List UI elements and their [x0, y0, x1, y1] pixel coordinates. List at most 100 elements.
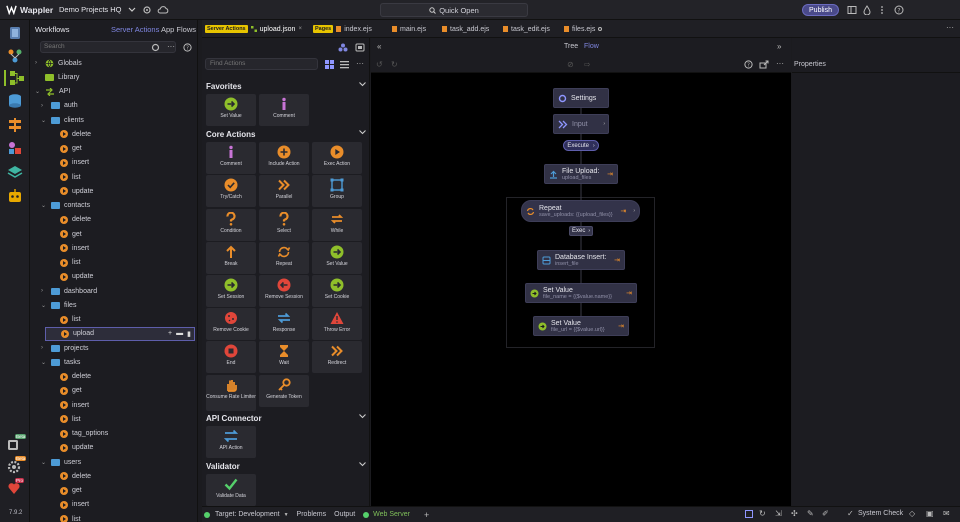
action-tile[interactable]: Set Cookie [312, 275, 362, 307]
robot-icon[interactable]: ▣ [926, 509, 934, 518]
chevron-down-icon[interactable]: ⌄ [41, 117, 47, 124]
plus-icon[interactable]: + [168, 330, 172, 338]
action-tile[interactable]: Set Session [206, 275, 256, 307]
extensions-icon[interactable]: ✣ [791, 509, 798, 518]
tree-item[interactable]: › projects [41, 341, 89, 355]
tree-item[interactable]: get [60, 384, 82, 398]
set-value-node[interactable]: Set Value file_name = {{$value.name}} ⇥ [525, 283, 637, 303]
tree-item[interactable]: delete [60, 127, 91, 141]
tree-item[interactable]: Library [35, 70, 79, 84]
database-insert-node[interactable]: Database Insert: insert_file ⇥ [537, 250, 625, 270]
action-tile[interactable]: Set Value [312, 241, 362, 274]
exec-pill[interactable]: Exec › [569, 226, 593, 236]
chevron-right-icon[interactable]: › [41, 345, 47, 351]
action-tile[interactable]: Remove Cookie [206, 308, 256, 341]
tree-item[interactable]: list [60, 170, 81, 184]
square-icon[interactable] [745, 510, 753, 518]
component-icon[interactable] [338, 43, 348, 52]
target-selector[interactable]: Target: Development [215, 511, 280, 518]
robot-icon[interactable] [7, 188, 23, 204]
action-tile[interactable]: Condition [206, 208, 256, 241]
action-tile[interactable]: API Action [206, 425, 256, 458]
action-section-header[interactable]: Validator [206, 462, 366, 471]
link-icon[interactable]: ⇲ [775, 509, 782, 518]
close-icon[interactable]: × [298, 26, 302, 32]
action-tile[interactable]: Include Action [259, 142, 309, 175]
file-upload-node[interactable]: File Upload: upload_files ⇥ [544, 164, 618, 184]
help-icon[interactable]: ? [183, 43, 192, 52]
action-tile[interactable]: Comment [206, 142, 256, 175]
tree-item[interactable]: ⌄ files [41, 298, 76, 312]
action-tile[interactable]: Throw Error [312, 308, 362, 341]
layers-icon[interactable] [7, 164, 23, 180]
more-horizontal-icon[interactable]: ··· [167, 43, 175, 51]
action-tile[interactable]: Consume Rate Limiter [206, 374, 256, 411]
problems-tab[interactable]: Problems [297, 511, 327, 518]
tab-main-ejs[interactable]: main.ejs [392, 23, 426, 35]
grid-view-icon[interactable] [325, 60, 334, 69]
tree-item[interactable]: ⌄ API [35, 85, 70, 99]
tree-item[interactable]: insert [60, 241, 89, 255]
module-icon[interactable] [355, 43, 365, 52]
chevron-down-icon[interactable]: ⌄ [41, 459, 47, 466]
chevron-right-icon[interactable]: › [41, 103, 47, 109]
tree-item[interactable]: delete [60, 213, 91, 227]
help-icon[interactable]: ? [894, 5, 904, 15]
web-server-tab[interactable]: Web Server [373, 511, 410, 518]
folder-add-icon[interactable]: ▬ [176, 330, 183, 338]
tree-item[interactable]: delete [60, 370, 91, 384]
settings-gear-icon[interactable]: Beta [7, 456, 27, 474]
brush-icon[interactable]: ✎ [807, 509, 814, 518]
action-tile[interactable]: Wait [259, 341, 309, 374]
project-selector[interactable]: Demo Projects HQ [59, 5, 136, 14]
layout-icon[interactable] [847, 5, 857, 15]
pages-icon[interactable] [7, 25, 23, 41]
tree-item[interactable]: list [60, 256, 81, 270]
app-logo[interactable]: Wappler [6, 4, 53, 15]
system-check-button[interactable]: System Check [858, 510, 903, 517]
tree-item[interactable]: ⌄ tasks [41, 355, 80, 369]
action-tile[interactable]: Parallel [259, 175, 309, 208]
set-value-node[interactable]: Set Value file_url = {{$value.url}} ⇥ [533, 316, 629, 336]
tab-app-flows[interactable]: App Flows [161, 25, 196, 34]
tree-item[interactable]: delete [60, 469, 91, 483]
tree-item[interactable]: tag_options [60, 427, 108, 441]
notifications-icon[interactable]: ✉ [943, 509, 950, 518]
tree-item[interactable]: › auth [41, 99, 78, 113]
eraser-icon[interactable]: ◇ [909, 509, 915, 518]
tab-upload-json[interactable]: Server Actions upload.json × [205, 23, 302, 35]
action-tile[interactable]: Break [206, 241, 256, 274]
more-vertical-icon[interactable] [880, 5, 884, 15]
tab-index-ejs[interactable]: Pages index.ejs [313, 23, 372, 35]
list-view-icon[interactable] [340, 60, 349, 69]
action-tile[interactable]: Repeat [259, 241, 309, 274]
tree-item[interactable]: get [60, 227, 82, 241]
action-tile[interactable]: Validate Data [206, 474, 256, 506]
action-tile[interactable]: Redirect [312, 341, 362, 374]
publish-button[interactable]: Publish [802, 4, 839, 16]
action-tile[interactable]: Group [312, 175, 362, 208]
action-tile[interactable]: Comment [259, 94, 309, 126]
action-section-header[interactable]: Favorites [206, 82, 366, 91]
settings-icon[interactable] [151, 43, 160, 52]
tree-item[interactable]: › Globals [35, 56, 82, 70]
tree-item[interactable]: › dashboard [41, 284, 97, 298]
quick-open-button[interactable]: Quick Open [380, 3, 528, 17]
chevron-down-icon[interactable]: ⌄ [35, 88, 41, 95]
tree-item[interactable]: insert [60, 398, 89, 412]
tree-item[interactable]: get [60, 484, 82, 498]
tab-task-add-ejs[interactable]: task_add.ejs [442, 23, 489, 35]
tab-server-actions[interactable]: Server Actions [111, 25, 159, 34]
assets-icon[interactable] [7, 140, 23, 156]
tree-item[interactable]: ⌄ clients [41, 113, 84, 127]
tree-item[interactable]: insert [60, 156, 89, 170]
settings-node[interactable]: Settings [553, 88, 609, 108]
tree-item[interactable]: update [60, 270, 93, 284]
action-tile[interactable]: Remove Session [259, 275, 309, 307]
tab-task-edit-ejs[interactable]: task_edit.ejs [503, 23, 550, 35]
edit-off-icon[interactable]: ✐ [822, 509, 829, 518]
drop-icon[interactable] [863, 5, 871, 15]
tree-item[interactable]: update [60, 184, 93, 198]
tree-item[interactable]: list [60, 412, 81, 426]
action-section-header[interactable]: Core Actions [206, 130, 366, 139]
